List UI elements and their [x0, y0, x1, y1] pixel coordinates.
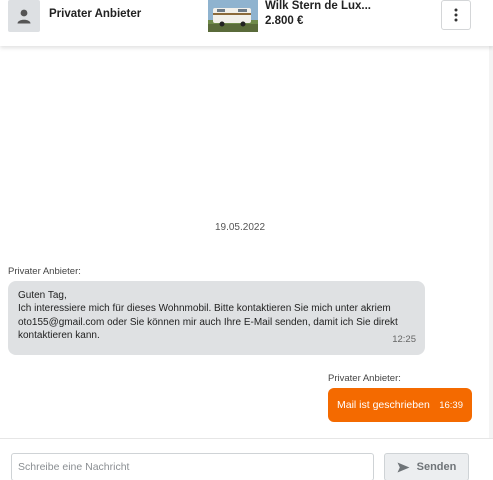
- user-icon: [17, 9, 31, 24]
- outgoing-sender-label: Privater Anbieter:: [328, 373, 401, 384]
- message-line: kontaktieren kann.: [18, 330, 100, 342]
- seller-name: Privater Anbieter: [49, 8, 142, 20]
- message-list-scrollbar[interactable]: [489, 46, 493, 438]
- incoming-sender-label: Privater Anbieter:: [8, 266, 81, 277]
- incoming-message-bubble: Guten Tag, Ich interessiere mich für die…: [8, 281, 425, 355]
- message-composer: Senden: [0, 438, 493, 480]
- send-button[interactable]: Senden: [384, 453, 469, 480]
- send-button-label: Senden: [416, 461, 457, 473]
- message-time: 12:25: [392, 333, 416, 345]
- outgoing-message-bubble: Mail ist geschrieben 16:39: [328, 388, 472, 422]
- message-line: Guten Tag,: [18, 290, 67, 301]
- message-list[interactable]: [0, 46, 493, 438]
- more-options-button[interactable]: [441, 0, 471, 30]
- message-time: 16:39: [439, 399, 463, 411]
- listing-thumbnail[interactable]: [208, 0, 258, 32]
- message-line: Ich interessiere mich für dieses Wohnmob…: [18, 303, 391, 315]
- date-separator: 19.05.2022: [214, 222, 266, 233]
- more-vertical-icon: [454, 8, 458, 22]
- message-line: oto155@gmail.com oder Sie können mir auc…: [18, 316, 398, 328]
- avatar: [8, 0, 40, 32]
- listing-title[interactable]: Wilk Stern de Lux...: [265, 0, 371, 12]
- message-input[interactable]: [11, 453, 374, 480]
- conversation-header: Privater Anbieter Wilk Stern de Lux... 2…: [0, 0, 493, 46]
- message-text: Mail ist geschrieben: [337, 399, 430, 411]
- send-icon: [397, 462, 410, 472]
- listing-price: 2.800 €: [265, 15, 304, 27]
